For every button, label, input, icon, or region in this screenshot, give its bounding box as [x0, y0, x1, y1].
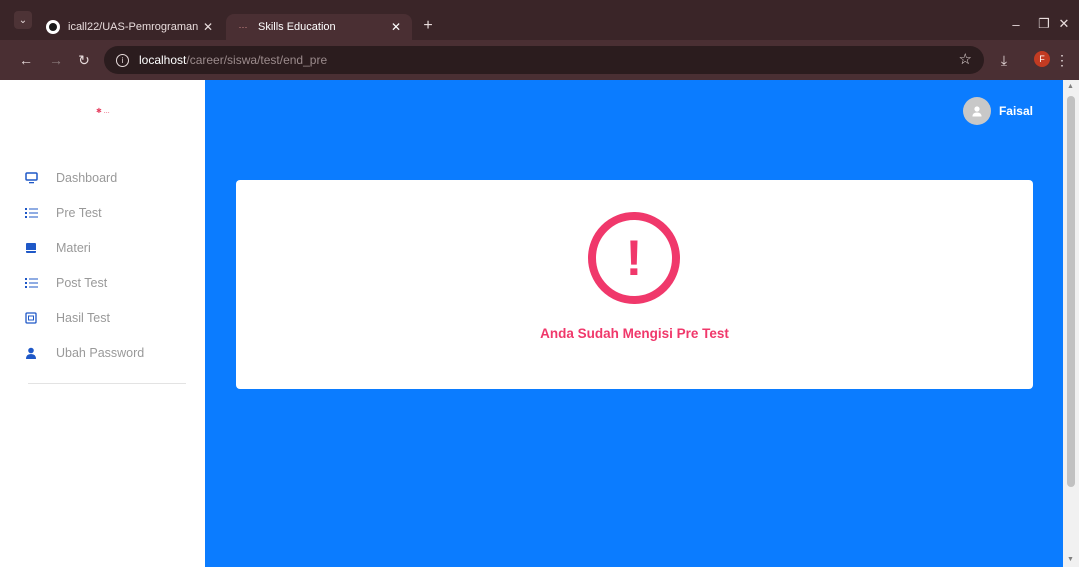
close-icon[interactable]: ✕ — [386, 20, 406, 34]
restore-icon[interactable]: ❐ — [1034, 14, 1054, 34]
page-content: ✱ ... Dashboard Pre Test Materi Post Tes… — [0, 80, 1079, 567]
status-card: ! Anda Sudah Mengisi Pre Test — [236, 180, 1033, 389]
sidebar-item-hasil-test[interactable]: Hasil Test — [24, 308, 110, 328]
report-icon — [24, 311, 38, 325]
main-content: Faisal ! Anda Sudah Mengisi Pre Test — [205, 80, 1063, 567]
minimize-icon[interactable]: – — [1006, 14, 1026, 34]
plus-icon[interactable]: + — [418, 16, 438, 36]
sidebar-item-label: Post Test — [56, 276, 108, 290]
profile-avatar[interactable]: F — [1034, 51, 1050, 67]
exclamation-circle-icon: ! — [588, 212, 680, 304]
url-path: /career/siswa/test/end_pre — [186, 53, 328, 67]
close-icon[interactable]: ✕ — [198, 20, 218, 34]
logo[interactable]: ✱ ... — [96, 107, 110, 115]
book-icon — [24, 241, 38, 255]
sidebar-item-label: Pre Test — [56, 206, 102, 220]
scroll-up-icon[interactable]: ▲ — [1067, 83, 1074, 90]
reload-icon[interactable]: ↻ — [74, 50, 94, 70]
sidebar-divider — [28, 383, 186, 384]
sidebar-item-post-test[interactable]: Post Test — [24, 273, 107, 293]
sidebar-item-materi[interactable]: Materi — [24, 238, 91, 258]
tab-github[interactable]: icall22/UAS-Pemrograman-Wel ✕ — [38, 14, 224, 40]
sidebar-item-ubah-password[interactable]: Ubah Password — [24, 343, 144, 363]
sidebar: ✱ ... Dashboard Pre Test Materi Post Tes… — [0, 80, 205, 567]
url-text: localhost/career/siswa/test/end_pre — [139, 53, 327, 67]
sidebar-item-label: Ubah Password — [56, 346, 145, 360]
close-window-icon[interactable]: ✕ — [1054, 14, 1074, 34]
user-icon — [24, 346, 38, 360]
sidebar-item-pre-test[interactable]: Pre Test — [24, 203, 102, 223]
sidebar-item-label: Dashboard — [56, 171, 118, 185]
vertical-scrollbar[interactable]: ▲ ▼ — [1063, 80, 1079, 567]
sidebar-item-label: Hasil Test — [56, 311, 110, 325]
browser-tabstrip: ⌄ icall22/UAS-Pemrograman-Wel ✕ ⋯ Skills… — [0, 0, 1079, 40]
download-icon[interactable]: ⤓ — [994, 50, 1014, 70]
browser-toolbar: ← → ↻ i localhost/career/siswa/test/end_… — [0, 40, 1079, 80]
tab-search-chevron-down-icon[interactable]: ⌄ — [14, 11, 32, 29]
sidebar-item-label: Materi — [56, 241, 91, 255]
star-icon[interactable]: ☆ — [959, 50, 972, 68]
tab-label: Skills Education — [258, 21, 336, 33]
sidebar-item-dashboard[interactable]: Dashboard — [24, 168, 117, 188]
tab-skills-education[interactable]: ⋯ Skills Education ✕ — [226, 14, 412, 40]
list-icon — [24, 206, 38, 220]
url-host: localhost — [139, 53, 187, 67]
info-icon[interactable]: i — [116, 53, 129, 67]
arrow-right-icon[interactable]: → — [46, 50, 66, 70]
scroll-down-icon[interactable]: ▼ — [1067, 556, 1074, 563]
user-menu[interactable]: Faisal — [962, 97, 1033, 125]
list-icon — [24, 276, 38, 290]
tab-label: icall22/UAS-Pemrograman-Wel — [68, 21, 198, 33]
loading-icon: ⋯ — [238, 21, 248, 32]
arrow-left-icon[interactable]: ← — [16, 50, 36, 70]
address-bar[interactable]: i localhost/career/siswa/test/end_pre ☆ — [104, 46, 984, 74]
kebab-icon[interactable]: ⋮ — [1052, 50, 1072, 70]
monitor-icon — [24, 171, 38, 185]
scroll-thumb[interactable] — [1067, 96, 1075, 487]
avatar — [962, 97, 991, 125]
status-message: Anda Sudah Mengisi Pre Test — [540, 326, 729, 341]
github-icon — [46, 20, 60, 34]
user-name: Faisal — [998, 104, 1033, 118]
